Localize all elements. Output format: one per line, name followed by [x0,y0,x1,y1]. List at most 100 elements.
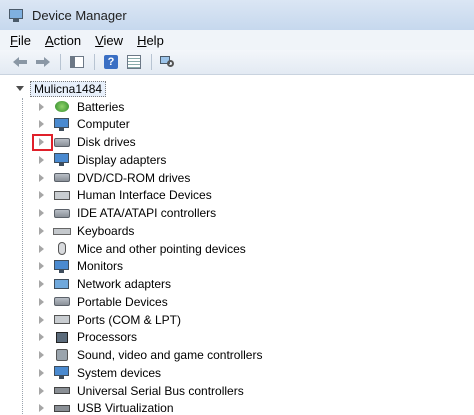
tree-item[interactable]: Mice and other pointing devices [36,240,246,257]
tree-item[interactable]: USB Virtualization [36,400,174,415]
forward-icon [36,57,50,67]
menu-action[interactable]: Action [45,33,81,48]
device-tree[interactable]: Mulicna1484 Batteries Computer Disk drives… [0,76,474,415]
tree-item-label: Portable Devices [77,294,168,309]
tree-item[interactable]: IDE ATA/ATAPI controllers [36,205,216,222]
menu-file[interactable]: File [10,33,31,48]
tree-item-label: Processors [77,330,138,345]
tree-item-label: USB Virtualization [77,401,174,415]
expand-icon[interactable] [36,101,47,112]
tree-item-label: Computer [77,117,130,132]
expand-icon[interactable] [36,296,47,307]
toolbar-separator [151,54,152,70]
tree-item[interactable]: Display adapters [36,151,166,168]
show-hide-console-tree-icon [70,56,84,68]
tree-item[interactable]: Processors [36,329,137,346]
keyboard-icon [53,223,71,238]
expand-icon[interactable] [36,190,47,201]
back-button[interactable] [10,53,30,71]
scan-hardware-button[interactable] [158,53,178,71]
usb-virtualization-icon [53,401,71,415]
tree-item-label: Batteries [77,99,125,114]
tree-item[interactable]: Batteries [36,98,124,115]
tree-item[interactable]: System devices [36,364,161,381]
tree-item[interactable]: DVD/CD-ROM drives [36,169,190,186]
expand-icon[interactable] [36,225,47,236]
system-device-icon [53,365,71,380]
expand-icon[interactable] [36,367,47,378]
scan-hardware-icon [160,55,176,69]
hid-icon [53,188,71,203]
expand-icon[interactable] [36,279,47,290]
disk-drive-icon [53,135,71,150]
device-manager-icon [8,7,24,23]
processor-icon [53,330,71,345]
tree-item[interactable]: Monitors [36,258,123,275]
tree-item-label: Disk drives [77,135,136,149]
mouse-icon [53,241,71,256]
sound-icon [53,348,71,363]
tree-item[interactable]: Human Interface Devices [36,187,212,204]
tree-item[interactable]: Computer [36,116,130,133]
expand-icon[interactable] [36,261,47,272]
help-button[interactable]: ? [101,53,121,71]
tree-item-label: Sound, video and game controllers [77,348,263,362]
properties-icon [127,55,141,69]
usb-icon [53,383,71,398]
tree-item[interactable]: Keyboards [36,222,134,239]
highlight-box [32,133,53,151]
forward-button[interactable] [33,53,53,71]
tree-item[interactable]: Network adapters [36,276,171,293]
expand-icon[interactable] [36,350,47,361]
expand-icon[interactable] [36,403,47,414]
menu-help[interactable]: Help [137,33,164,48]
collapse-icon[interactable] [16,86,24,91]
properties-button[interactable] [124,53,144,71]
network-adapter-icon [53,277,71,292]
tree-item-label: System devices [77,365,162,380]
help-icon: ? [104,55,118,69]
tree-item[interactable]: Ports (COM & LPT) [36,311,181,328]
portable-device-icon [53,294,71,309]
menu-view[interactable]: View [95,33,123,48]
tree-connector [22,98,23,415]
toolbar: ? [0,50,474,75]
tree-item-label: Keyboards [77,223,135,238]
title-bar: Device Manager [0,0,474,30]
expand-icon[interactable] [36,314,47,325]
tree-item-label: Human Interface Devices [77,188,212,203]
toolbar-separator [94,54,95,70]
tree-item[interactable]: Portable Devices [36,293,168,310]
tree-item-label: Mice and other pointing devices [77,241,246,256]
expand-icon[interactable] [36,332,47,343]
toolbar-separator [60,54,61,70]
computer-name[interactable]: Mulicna1484 [30,80,107,97]
tree-item-label: Universal Serial Bus controllers [77,383,244,398]
back-icon [13,57,27,67]
window-title: Device Manager [32,7,127,23]
tree-item-label: Display adapters [77,152,167,167]
battery-icon [53,99,71,114]
tree-root[interactable]: Mulicna1484 [16,80,107,97]
tree-item-label: Network adapters [77,277,172,291]
expand-icon[interactable] [36,208,47,219]
expand-icon[interactable] [36,243,47,254]
ide-controller-icon [53,206,71,221]
port-icon [53,312,71,327]
tree-item-label: IDE ATA/ATAPI controllers [77,206,217,220]
expand-icon[interactable] [36,154,47,165]
dvd-drive-icon [53,170,71,185]
expand-icon[interactable] [36,119,47,130]
tree-item[interactable]: Universal Serial Bus controllers [36,382,244,399]
tree-item-label: Monitors [77,259,124,274]
computer-icon [53,117,71,132]
monitor-icon [53,259,71,274]
tree-item-label: DVD/CD-ROM drives [77,170,191,185]
expand-icon[interactable] [36,172,47,183]
menu-bar: File Action View Help [0,30,474,50]
display-adapter-icon [53,152,71,167]
expand-icon[interactable] [36,385,47,396]
tree-item-label: Ports (COM & LPT) [77,312,182,327]
show-hide-tree-button[interactable] [67,53,87,71]
tree-item[interactable]: Sound, video and game controllers [36,347,262,364]
